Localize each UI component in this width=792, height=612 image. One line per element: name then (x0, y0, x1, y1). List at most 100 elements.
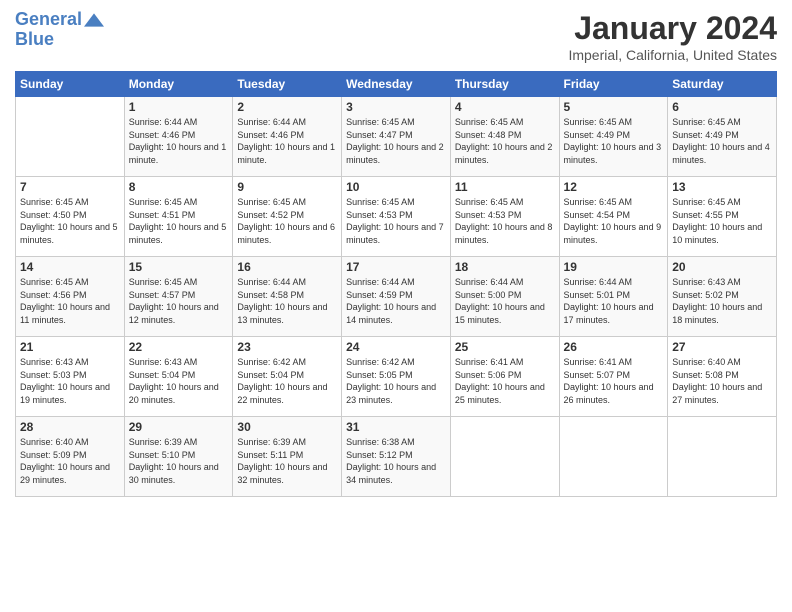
day-cell (16, 97, 125, 177)
day-info: Sunrise: 6:45 AMSunset: 4:56 PMDaylight:… (20, 276, 120, 326)
col-header-sunday: Sunday (16, 72, 125, 97)
day-cell (450, 417, 559, 497)
day-cell: 11 Sunrise: 6:45 AMSunset: 4:53 PMDayligh… (450, 177, 559, 257)
day-number: 3 (346, 100, 446, 114)
day-number: 23 (237, 340, 337, 354)
day-number: 28 (20, 420, 120, 434)
day-info: Sunrise: 6:45 AMSunset: 4:50 PMDaylight:… (20, 196, 120, 246)
day-info: Sunrise: 6:45 AMSunset: 4:55 PMDaylight:… (672, 196, 772, 246)
day-cell: 19 Sunrise: 6:44 AMSunset: 5:01 PMDayligh… (559, 257, 668, 337)
calendar-page: General Blue January 2024 Imperial, Cali… (0, 0, 792, 612)
day-info: Sunrise: 6:41 AMSunset: 5:07 PMDaylight:… (564, 356, 664, 406)
day-info: Sunrise: 6:44 AMSunset: 5:01 PMDaylight:… (564, 276, 664, 326)
day-number: 31 (346, 420, 446, 434)
day-number: 12 (564, 180, 664, 194)
day-cell: 13 Sunrise: 6:45 AMSunset: 4:55 PMDayligh… (668, 177, 777, 257)
day-number: 14 (20, 260, 120, 274)
day-number: 29 (129, 420, 229, 434)
day-cell: 28 Sunrise: 6:40 AMSunset: 5:09 PMDayligh… (16, 417, 125, 497)
day-info: Sunrise: 6:45 AMSunset: 4:54 PMDaylight:… (564, 196, 664, 246)
day-info: Sunrise: 6:45 AMSunset: 4:51 PMDaylight:… (129, 196, 229, 246)
day-number: 17 (346, 260, 446, 274)
week-row-4: 21 Sunrise: 6:43 AMSunset: 5:03 PMDayligh… (16, 337, 777, 417)
week-row-1: 1Sunrise: 6:44 AMSunset: 4:46 PMDaylight… (16, 97, 777, 177)
day-cell: 5 Sunrise: 6:45 AMSunset: 4:49 PMDaylight… (559, 97, 668, 177)
logo-icon (84, 10, 104, 30)
day-cell: 25Sunrise: 6:41 AMSunset: 5:06 PMDayligh… (450, 337, 559, 417)
logo-text2: Blue (15, 30, 104, 50)
day-cell: 30 Sunrise: 6:39 AMSunset: 5:11 PMDayligh… (233, 417, 342, 497)
day-cell: 24Sunrise: 6:42 AMSunset: 5:05 PMDayligh… (342, 337, 451, 417)
day-cell (668, 417, 777, 497)
day-info: Sunrise: 6:43 AMSunset: 5:02 PMDaylight:… (672, 276, 772, 326)
subtitle: Imperial, California, United States (568, 47, 777, 63)
col-header-monday: Monday (124, 72, 233, 97)
day-cell: 31 Sunrise: 6:38 AMSunset: 5:12 PMDayligh… (342, 417, 451, 497)
day-info: Sunrise: 6:44 AMSunset: 4:58 PMDaylight:… (237, 276, 337, 326)
day-cell: 18 Sunrise: 6:44 AMSunset: 5:00 PMDayligh… (450, 257, 559, 337)
day-number: 2 (237, 100, 337, 114)
day-info: Sunrise: 6:45 AMSunset: 4:49 PMDaylight:… (564, 116, 664, 166)
day-cell: 23 Sunrise: 6:42 AMSunset: 5:04 PMDayligh… (233, 337, 342, 417)
day-cell: 17Sunrise: 6:44 AMSunset: 4:59 PMDayligh… (342, 257, 451, 337)
day-cell: 16Sunrise: 6:44 AMSunset: 4:58 PMDayligh… (233, 257, 342, 337)
day-number: 11 (455, 180, 555, 194)
day-cell: 21 Sunrise: 6:43 AMSunset: 5:03 PMDayligh… (16, 337, 125, 417)
day-info: Sunrise: 6:44 AMSunset: 4:46 PMDaylight:… (237, 116, 337, 166)
day-number: 8 (129, 180, 229, 194)
day-info: Sunrise: 6:42 AMSunset: 5:05 PMDaylight:… (346, 356, 446, 406)
day-cell: 3 Sunrise: 6:45 AMSunset: 4:47 PMDaylight… (342, 97, 451, 177)
day-number: 18 (455, 260, 555, 274)
day-cell: 7 Sunrise: 6:45 AMSunset: 4:50 PMDaylight… (16, 177, 125, 257)
day-info: Sunrise: 6:45 AMSunset: 4:48 PMDaylight:… (455, 116, 555, 166)
day-info: Sunrise: 6:40 AMSunset: 5:08 PMDaylight:… (672, 356, 772, 406)
day-number: 4 (455, 100, 555, 114)
day-info: Sunrise: 6:40 AMSunset: 5:09 PMDaylight:… (20, 436, 120, 486)
day-cell: 22 Sunrise: 6:43 AMSunset: 5:04 PMDayligh… (124, 337, 233, 417)
day-cell: 10 Sunrise: 6:45 AMSunset: 4:53 PMDayligh… (342, 177, 451, 257)
col-header-saturday: Saturday (668, 72, 777, 97)
day-info: Sunrise: 6:45 AMSunset: 4:52 PMDaylight:… (237, 196, 337, 246)
day-number: 7 (20, 180, 120, 194)
month-title: January 2024 (568, 10, 777, 47)
day-number: 21 (20, 340, 120, 354)
day-info: Sunrise: 6:45 AMSunset: 4:49 PMDaylight:… (672, 116, 772, 166)
day-info: Sunrise: 6:38 AMSunset: 5:12 PMDaylight:… (346, 436, 446, 486)
day-info: Sunrise: 6:45 AMSunset: 4:53 PMDaylight:… (346, 196, 446, 246)
day-number: 20 (672, 260, 772, 274)
logo-text: General (15, 10, 82, 30)
day-number: 5 (564, 100, 664, 114)
day-cell: 6 Sunrise: 6:45 AMSunset: 4:49 PMDaylight… (668, 97, 777, 177)
day-cell: 8 Sunrise: 6:45 AMSunset: 4:51 PMDaylight… (124, 177, 233, 257)
day-info: Sunrise: 6:43 AMSunset: 5:04 PMDaylight:… (129, 356, 229, 406)
day-info: Sunrise: 6:45 AMSunset: 4:57 PMDaylight:… (129, 276, 229, 326)
col-header-wednesday: Wednesday (342, 72, 451, 97)
day-info: Sunrise: 6:45 AMSunset: 4:47 PMDaylight:… (346, 116, 446, 166)
day-cell: 1Sunrise: 6:44 AMSunset: 4:46 PMDaylight… (124, 97, 233, 177)
col-header-thursday: Thursday (450, 72, 559, 97)
day-number: 19 (564, 260, 664, 274)
day-cell: 14 Sunrise: 6:45 AMSunset: 4:56 PMDayligh… (16, 257, 125, 337)
day-info: Sunrise: 6:45 AMSunset: 4:53 PMDaylight:… (455, 196, 555, 246)
day-info: Sunrise: 6:39 AMSunset: 5:11 PMDaylight:… (237, 436, 337, 486)
day-cell: 9Sunrise: 6:45 AMSunset: 4:52 PMDaylight… (233, 177, 342, 257)
day-number: 30 (237, 420, 337, 434)
day-info: Sunrise: 6:41 AMSunset: 5:06 PMDaylight:… (455, 356, 555, 406)
day-number: 13 (672, 180, 772, 194)
col-header-friday: Friday (559, 72, 668, 97)
week-row-5: 28 Sunrise: 6:40 AMSunset: 5:09 PMDayligh… (16, 417, 777, 497)
day-info: Sunrise: 6:43 AMSunset: 5:03 PMDaylight:… (20, 356, 120, 406)
day-number: 22 (129, 340, 229, 354)
day-number: 6 (672, 100, 772, 114)
header-row: SundayMondayTuesdayWednesdayThursdayFrid… (16, 72, 777, 97)
day-info: Sunrise: 6:44 AMSunset: 5:00 PMDaylight:… (455, 276, 555, 326)
day-cell (559, 417, 668, 497)
day-number: 10 (346, 180, 446, 194)
day-cell: 2 Sunrise: 6:44 AMSunset: 4:46 PMDaylight… (233, 97, 342, 177)
day-cell: 4 Sunrise: 6:45 AMSunset: 4:48 PMDaylight… (450, 97, 559, 177)
day-cell: 26Sunrise: 6:41 AMSunset: 5:07 PMDayligh… (559, 337, 668, 417)
header: General Blue January 2024 Imperial, Cali… (15, 10, 777, 63)
day-info: Sunrise: 6:42 AMSunset: 5:04 PMDaylight:… (237, 356, 337, 406)
day-cell: 20 Sunrise: 6:43 AMSunset: 5:02 PMDayligh… (668, 257, 777, 337)
week-row-3: 14 Sunrise: 6:45 AMSunset: 4:56 PMDayligh… (16, 257, 777, 337)
